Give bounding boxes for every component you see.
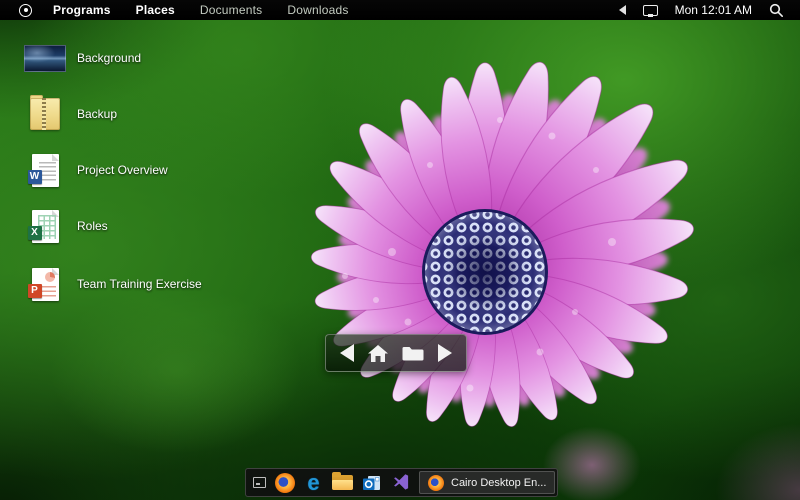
folder-nav-widget xyxy=(325,334,467,372)
desktop-icon-label: Team Training Exercise xyxy=(77,277,202,291)
cairo-menu-icon[interactable] xyxy=(19,4,32,17)
zip-folder-icon xyxy=(30,98,60,130)
outlook-icon xyxy=(362,473,382,493)
back-button[interactable] xyxy=(340,344,354,362)
home-button[interactable] xyxy=(367,344,389,363)
menu-downloads[interactable]: Downloads xyxy=(287,3,348,17)
desktop-icon-project-overview[interactable]: W Project Overview xyxy=(22,142,202,198)
desktop-screen: Programs Places Documents Downloads Mon … xyxy=(0,0,800,500)
menubar: Programs Places Documents Downloads Mon … xyxy=(0,0,800,20)
desktop-icon-roles[interactable]: X Roles xyxy=(22,198,202,254)
visual-studio-taskbar-icon[interactable] xyxy=(390,472,411,493)
desktop-icon-backup[interactable]: Backup xyxy=(22,86,202,142)
outlook-taskbar-icon[interactable] xyxy=(361,472,382,493)
window-button-cairo-desktop[interactable]: Cairo Desktop En... xyxy=(419,471,555,494)
back-arrow-icon xyxy=(340,344,354,362)
word-document-icon: W xyxy=(32,154,59,187)
excel-document-icon: X xyxy=(32,210,59,243)
firefox-icon xyxy=(428,475,444,491)
file-explorer-icon xyxy=(332,475,353,490)
taskbar: e Cairo Desktop En... xyxy=(245,468,558,497)
pie-chart-glyph xyxy=(45,272,55,282)
desktop-icon-team-training[interactable]: P Team Training Exercise xyxy=(22,254,202,314)
folder-button[interactable] xyxy=(401,344,425,362)
folder-icon xyxy=(401,344,425,362)
desktop-icon-label: Project Overview xyxy=(77,163,168,177)
menu-places[interactable]: Places xyxy=(136,3,175,17)
visual-studio-icon xyxy=(391,473,410,492)
forward-button[interactable] xyxy=(438,344,452,362)
firefox-icon xyxy=(275,473,295,493)
home-icon xyxy=(367,344,389,363)
desktop-icon-list: Background Backup W Project Overview xyxy=(22,30,202,314)
powerpoint-document-icon: P xyxy=(32,268,59,301)
search-icon[interactable] xyxy=(769,3,784,18)
edge-icon: e xyxy=(307,473,319,493)
desktop-icon-label: Background xyxy=(77,51,141,65)
window-button-label: Cairo Desktop En... xyxy=(451,477,546,489)
image-thumbnail-icon xyxy=(24,45,66,72)
desktop-icon-background[interactable]: Background xyxy=(22,30,202,86)
file-explorer-taskbar-icon[interactable] xyxy=(332,472,353,493)
edge-taskbar-icon[interactable]: e xyxy=(303,472,324,493)
firefox-taskbar-icon[interactable] xyxy=(274,472,295,493)
menu-documents[interactable]: Documents xyxy=(200,3,263,17)
collapse-arrow-icon[interactable] xyxy=(619,5,626,15)
show-desktop-button[interactable] xyxy=(253,477,266,488)
menu-programs[interactable]: Programs xyxy=(53,3,111,17)
clock[interactable]: Mon 12:01 AM xyxy=(675,3,752,17)
forward-arrow-icon xyxy=(438,344,452,362)
desktop-icon-label: Backup xyxy=(77,107,117,121)
menubar-tray: Mon 12:01 AM xyxy=(619,3,784,18)
desktop-icon-label: Roles xyxy=(77,219,108,233)
monitor-icon[interactable] xyxy=(643,5,658,16)
